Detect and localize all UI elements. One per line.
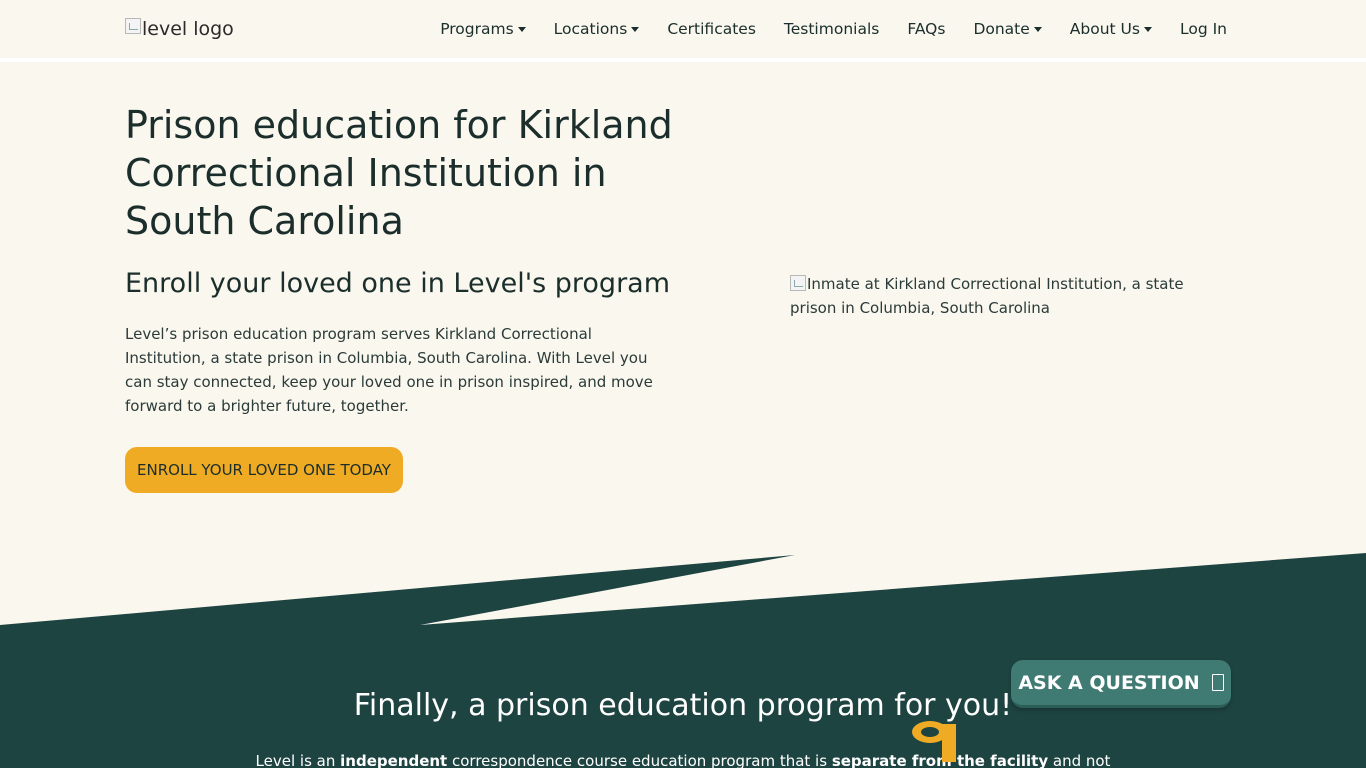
nav-item-programs[interactable]: Programs — [440, 20, 526, 38]
hero-image-alt-text: Inmate at Kirkland Correctional Institut… — [790, 275, 1184, 317]
nav-item-label: Locations — [553, 20, 628, 38]
logo[interactable]: level logo — [125, 18, 234, 40]
section-body-bold: independent — [340, 752, 448, 768]
ask-question-button[interactable]: ASK A QUESTION — [1011, 660, 1231, 708]
broken-image-icon — [125, 18, 141, 34]
hero-title: Prison education for Kirkland Correction… — [125, 103, 673, 243]
section-body-text: correspondence course education program … — [447, 752, 832, 768]
section-body-text: Level is an — [255, 752, 341, 768]
nav-item-label: Programs — [440, 20, 514, 38]
nav-links: Programs Locations Certificates Testimon… — [412, 20, 1227, 38]
nav-item-log-in[interactable]: Log In — [1180, 20, 1227, 38]
nav-item-about-us[interactable]: About Us — [1070, 20, 1152, 38]
nav-item-certificates[interactable]: Certificates — [667, 20, 756, 38]
section-body-text: and not — [1048, 752, 1111, 768]
ask-question-label: ASK A QUESTION — [1018, 671, 1200, 694]
hero-image: Inmate at Kirkland Correctional Institut… — [790, 272, 1230, 320]
caret-down-icon — [1033, 27, 1042, 32]
chat-icon — [1211, 674, 1224, 691]
nav-item-label: Log In — [1179, 20, 1227, 38]
nav-item-label: About Us — [1069, 20, 1140, 38]
caret-down-icon — [631, 27, 640, 32]
caret-down-icon — [517, 27, 526, 32]
section-body: Level is an independent correspondence c… — [0, 750, 1366, 768]
nav-item-label: Testimonials — [783, 20, 880, 38]
nav-item-label: Donate — [973, 20, 1030, 38]
hero-subtitle: Enroll your loved one in Level's program — [125, 268, 671, 299]
nav-item-label: FAQs — [907, 20, 946, 38]
nav-item-label: Certificates — [667, 20, 756, 38]
nav-item-faqs[interactable]: FAQs — [907, 20, 945, 38]
page: level logo Programs Locations Certificat… — [0, 0, 1366, 768]
logo-alt-text: level logo — [142, 18, 234, 40]
enroll-button[interactable]: ENROLL YOUR LOVED ONE TODAY — [125, 447, 403, 493]
q-logo-icon — [912, 721, 956, 762]
caret-down-icon — [1143, 27, 1152, 32]
nav-item-locations[interactable]: Locations — [554, 20, 640, 38]
nav-item-testimonials[interactable]: Testimonials — [784, 20, 879, 38]
hero-body: Level’s prison education program serves … — [125, 325, 653, 415]
navbar: level logo Programs Locations Certificat… — [0, 0, 1366, 62]
broken-image-icon — [790, 275, 806, 291]
nav-item-donate[interactable]: Donate — [973, 20, 1042, 38]
